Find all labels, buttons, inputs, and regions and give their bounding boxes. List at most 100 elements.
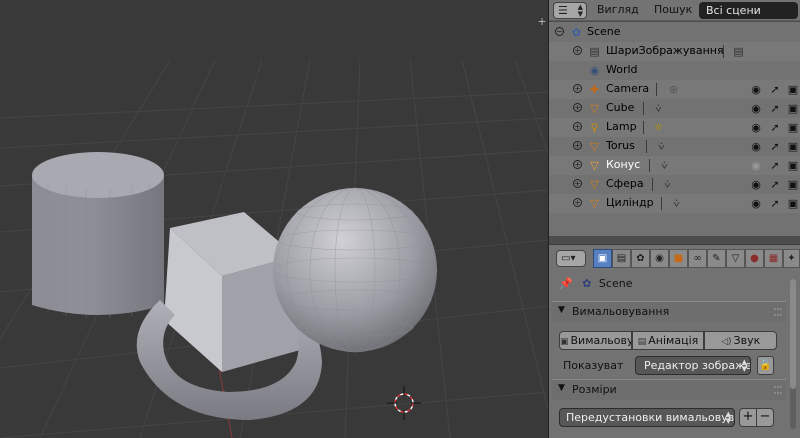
outliner-label: ШариЗображування xyxy=(606,44,724,57)
right-column: ☰ ▲ ▼ Вигляд Пошук Всі сцени − ✿ Scene + … xyxy=(548,0,800,438)
outliner-header: ☰ ▲ ▼ Вигляд Пошук Всі сцени xyxy=(549,0,800,21)
render-camera-icon[interactable]: ▣ xyxy=(786,82,800,97)
scrollbar-thumb[interactable] xyxy=(790,279,796,389)
render-camera-icon[interactable]: ▣ xyxy=(786,177,800,192)
drag-grip-icon[interactable] xyxy=(774,308,782,316)
outliner-row-sphere[interactable]: + ▽ Сфера ⩒ ◉ ➚ ▣ xyxy=(549,175,800,194)
button-label: Звук xyxy=(733,334,761,347)
3d-cursor-icon[interactable] xyxy=(387,386,421,420)
visibility-eye-icon[interactable]: ◉ xyxy=(749,158,763,173)
editor-type-button[interactable]: ☰ ▲ ▼ xyxy=(553,2,587,19)
scene-context-tab[interactable]: ✿ xyxy=(631,249,650,268)
updown-arrows-icon: ▲ ▼ xyxy=(725,410,731,425)
select-arrow-icon[interactable]: ➚ xyxy=(768,158,782,173)
sphere-object[interactable] xyxy=(272,187,438,353)
dimensions-panel-header[interactable]: ▼ Розміри xyxy=(552,379,786,400)
render-image-button[interactable]: ▣Вимальовування xyxy=(559,331,632,350)
lock-interface-button[interactable]: 🔓 xyxy=(757,356,774,375)
area-split-plus-icon[interactable]: + xyxy=(536,16,548,28)
mesh-data-icon: ⩒ xyxy=(664,178,671,191)
collapse-icon[interactable]: − xyxy=(555,27,564,36)
visibility-eye-icon[interactable]: ◉ xyxy=(749,82,763,97)
render-context-tab[interactable]: ▣ xyxy=(593,249,612,268)
render-camera-icon[interactable]: ▣ xyxy=(786,158,800,173)
3d-viewport[interactable]: + xyxy=(0,0,548,438)
properties-scrollbar[interactable] xyxy=(790,279,796,429)
select-arrow-icon[interactable]: ➚ xyxy=(768,139,782,154)
visibility-eye-icon[interactable]: ◉ xyxy=(749,120,763,135)
cylinder-object[interactable] xyxy=(32,152,164,318)
outliner-label: Torus xyxy=(606,139,635,152)
expand-icon[interactable]: + xyxy=(573,46,582,55)
select-arrow-icon[interactable]: ➚ xyxy=(768,82,782,97)
updown-arrows-icon: ▲ ▼ xyxy=(577,3,583,18)
pin-icon[interactable]: 📌 xyxy=(559,277,573,290)
viewport-canvas[interactable] xyxy=(0,0,548,438)
modifiers-context-tab[interactable]: ✎ xyxy=(707,249,726,268)
search-menu[interactable]: Пошук xyxy=(654,3,692,16)
render-animation-button[interactable]: ▤ Анімація xyxy=(631,331,705,350)
render-presets-select[interactable]: Передустановки вимальовув... ▲ ▼ xyxy=(559,408,735,427)
visibility-eye-icon[interactable]: ◉ xyxy=(749,101,763,116)
world-icon: ◉ xyxy=(589,64,600,77)
visibility-eye-icon[interactable]: ◉ xyxy=(749,139,763,154)
drag-grip-icon[interactable] xyxy=(774,386,782,394)
render-panel-header[interactable]: ▼ Вимальовування xyxy=(552,301,786,322)
object-context-tab[interactable]: ■ xyxy=(669,249,688,268)
separator xyxy=(656,83,657,96)
display-mode-select[interactable]: Редактор зображе... ▲ ▼ xyxy=(635,356,751,375)
view-menu[interactable]: Вигляд xyxy=(597,3,639,16)
outliner-row-world[interactable]: ◉ World xyxy=(549,61,800,80)
outliner-row-camera[interactable]: + ✚ Camera ⊛ ◉ ➚ ▣ xyxy=(549,80,800,99)
render-camera-icon[interactable]: ▣ xyxy=(786,101,800,116)
expand-icon[interactable]: + xyxy=(573,103,582,112)
render-camera-icon[interactable]: ▣ xyxy=(786,120,800,135)
constraints-context-tab[interactable]: ∞ xyxy=(688,249,707,268)
select-arrow-icon[interactable]: ➚ xyxy=(768,196,782,211)
render-camera-icon[interactable]: ▣ xyxy=(786,139,800,154)
select-arrow-icon[interactable]: ➚ xyxy=(768,177,782,192)
separator xyxy=(661,197,662,210)
outliner-label: Camera xyxy=(606,82,650,95)
separator xyxy=(649,159,650,172)
separator xyxy=(652,178,653,191)
outliner-tree[interactable]: − ✿ Scene + ▤ ШариЗображування ▤ ◉ World… xyxy=(549,22,800,236)
separator xyxy=(643,102,644,115)
texture-context-tab[interactable]: ▦ xyxy=(764,249,783,268)
outliner-row-cone[interactable]: + ▽ Конус ⩒ ◉ ➚ ▣ xyxy=(549,156,800,175)
expand-icon[interactable]: + xyxy=(573,198,582,207)
select-arrow-icon[interactable]: ➚ xyxy=(768,120,782,135)
expand-icon[interactable]: + xyxy=(573,160,582,169)
data-context-tab[interactable]: ▽ xyxy=(726,249,745,268)
outliner-row-cylinder[interactable]: + ▽ Циліндр ⩒ ◉ ➚ ▣ xyxy=(549,194,800,213)
outliner-label: World xyxy=(606,63,638,76)
outliner-row-torus[interactable]: + ▽ Torus ⩒ ◉ ➚ ▣ xyxy=(549,137,800,156)
outliner-row-cube[interactable]: + ▽ Cube ⩒ ◉ ➚ ▣ xyxy=(549,99,800,118)
render-camera-icon[interactable]: ▣ xyxy=(786,196,800,211)
world-context-tab[interactable]: ◉ xyxy=(650,249,669,268)
mesh-data-icon: ⩒ xyxy=(655,102,662,115)
expand-icon[interactable]: + xyxy=(573,122,582,131)
expand-icon[interactable]: + xyxy=(573,141,582,150)
play-audio-button[interactable]: ◁) Звук xyxy=(704,331,778,350)
collapse-triangle-icon: ▼ xyxy=(558,305,565,315)
select-arrow-icon[interactable]: ➚ xyxy=(768,101,782,116)
mesh-data-icon: ⩒ xyxy=(658,140,665,153)
outliner-icon: ☰ xyxy=(558,4,568,17)
add-preset-button[interactable]: + xyxy=(739,408,757,427)
outliner-row-scene[interactable]: − ✿ Scene xyxy=(549,23,800,42)
render-layers-icon: ▤ xyxy=(589,45,600,58)
remove-preset-button[interactable]: − xyxy=(756,408,774,427)
editor-type-button[interactable]: ▭▾ xyxy=(556,250,586,267)
outliner-row-render-layers[interactable]: + ▤ ШариЗображування ▤ xyxy=(549,42,800,61)
material-context-tab[interactable]: ● xyxy=(745,249,764,268)
expand-icon[interactable]: + xyxy=(573,84,582,93)
outliner-row-lamp[interactable]: + ♀ Lamp ☼ ◉ ➚ ▣ xyxy=(549,118,800,137)
expand-icon[interactable]: + xyxy=(573,179,582,188)
display-mode-select[interactable]: Всі сцени xyxy=(699,2,798,19)
visibility-eye-icon[interactable]: ◉ xyxy=(749,196,763,211)
render-layers-context-tab[interactable]: ▤ xyxy=(612,249,631,268)
visibility-eye-icon[interactable]: ◉ xyxy=(749,177,763,192)
particles-context-tab[interactable]: ✦ xyxy=(783,249,800,268)
dimensions-panel-title: Розміри xyxy=(572,383,617,396)
